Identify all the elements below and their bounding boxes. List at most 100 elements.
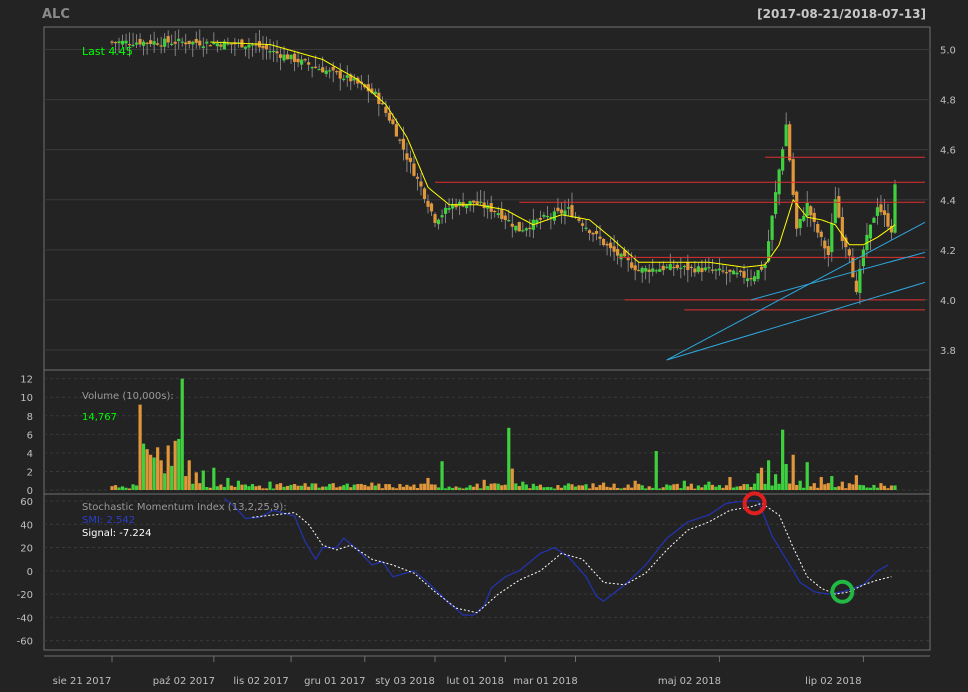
volume-bar (268, 481, 272, 490)
volume-bar (278, 483, 283, 490)
volume-tick-label: 12 (20, 375, 33, 386)
volume-bar (763, 483, 767, 490)
price-candle-body (254, 44, 258, 46)
volume-bar (749, 486, 753, 490)
price-candle-body (847, 249, 851, 256)
volume-bar (324, 486, 328, 490)
price-candle-body (380, 103, 384, 105)
volume-bar (661, 487, 665, 490)
volume-bar (201, 470, 205, 490)
volume-bar (503, 484, 507, 490)
price-candle-body (436, 219, 441, 225)
volume-bar (134, 485, 139, 490)
volume-bar (795, 484, 799, 490)
volume-bar (187, 460, 191, 490)
price-candle-body (735, 272, 739, 275)
volume-bar (422, 483, 427, 490)
price-candle-body (823, 240, 827, 249)
price-candle-body (177, 38, 181, 42)
price-candle-body (837, 196, 841, 218)
volume-bar (770, 485, 774, 490)
volume-bar (177, 438, 181, 490)
volume-bar (630, 487, 634, 490)
volume-bar (608, 487, 613, 490)
price-candle-body (331, 66, 335, 71)
volume-bar (170, 465, 174, 490)
volume-bar (458, 487, 462, 490)
volume-bar (538, 484, 542, 490)
price-candle-body (665, 266, 669, 268)
volume-bar (401, 486, 406, 490)
volume-bar (830, 476, 834, 490)
smi-panel: -60 -40 -20 0 20 40 60 (17, 491, 931, 651)
volume-bar (707, 481, 711, 490)
price-candle-body (763, 265, 767, 268)
volume-bar (696, 485, 700, 490)
price-candle-body (507, 220, 511, 222)
volume-bar (314, 483, 318, 490)
volume-bar (363, 484, 367, 490)
price-candle-body (675, 264, 679, 269)
volume-bar (117, 487, 121, 490)
price-candle-body (721, 270, 725, 272)
price-candle-body (619, 253, 623, 260)
smi-tick-label: -40 (17, 613, 33, 624)
price-candle-body (264, 44, 269, 50)
price-candle-body (686, 262, 690, 271)
volume-bar (844, 488, 848, 490)
chart-date-range: [2017-08-21/2018-07-13] (757, 7, 926, 21)
volume-bar (784, 464, 788, 490)
volume-bar (120, 486, 125, 490)
price-candle-body (219, 44, 223, 47)
volume-bar (886, 488, 890, 490)
price-candle-body (819, 231, 823, 237)
volume-bar (647, 486, 651, 490)
price-candle-body (475, 201, 479, 205)
price-candle-body (833, 199, 837, 224)
x-axis-tick-label: sty 03 2018 (375, 676, 435, 687)
price-candle-body (321, 67, 325, 73)
volume-bar (180, 378, 184, 490)
price-candle-body (879, 204, 883, 213)
price-candle-body (247, 44, 251, 48)
volume-bar (812, 483, 816, 490)
price-candle-body (654, 270, 658, 272)
price-candle-body (342, 78, 346, 80)
volume-bar (257, 485, 262, 490)
price-candle-body (310, 67, 314, 69)
volume-bar (889, 485, 894, 490)
volume-bar (335, 487, 339, 490)
volume-bar (573, 486, 578, 490)
price-candle-body (826, 246, 830, 255)
trend-line (750, 251, 926, 301)
price-candle-body (816, 224, 820, 233)
volume-bar (184, 476, 188, 490)
x-axis-tick-label: maj 02 2018 (658, 676, 721, 687)
volume-bar (623, 487, 627, 490)
price-candle-body (215, 43, 219, 47)
volume-bar (601, 482, 606, 490)
volume-bar (391, 487, 395, 490)
volume-bar (535, 486, 539, 490)
volume-bar (465, 487, 469, 490)
volume-bar (675, 483, 679, 490)
volume-bar (447, 486, 451, 490)
price-candle-body (194, 38, 198, 43)
volume-bar (566, 483, 571, 490)
volume-bar (679, 488, 683, 490)
smi-panel-title: Stochastic Momentum Index (13,2,25,9): (82, 502, 287, 513)
price-candle-body (679, 267, 683, 269)
volume-bar (412, 484, 416, 490)
volume-bar (577, 485, 581, 490)
volume-bar (226, 477, 230, 490)
volume-bar (317, 487, 321, 490)
price-candle-body (514, 225, 518, 231)
volume-bar (156, 447, 160, 490)
price-candle-body (398, 139, 402, 141)
volume-bar (854, 475, 858, 490)
price-candle-body (328, 70, 332, 72)
price-candle-body (781, 149, 785, 171)
volume-bar (261, 488, 265, 490)
volume-tick-label: 10 (20, 393, 33, 404)
price-candle-body (738, 270, 743, 273)
